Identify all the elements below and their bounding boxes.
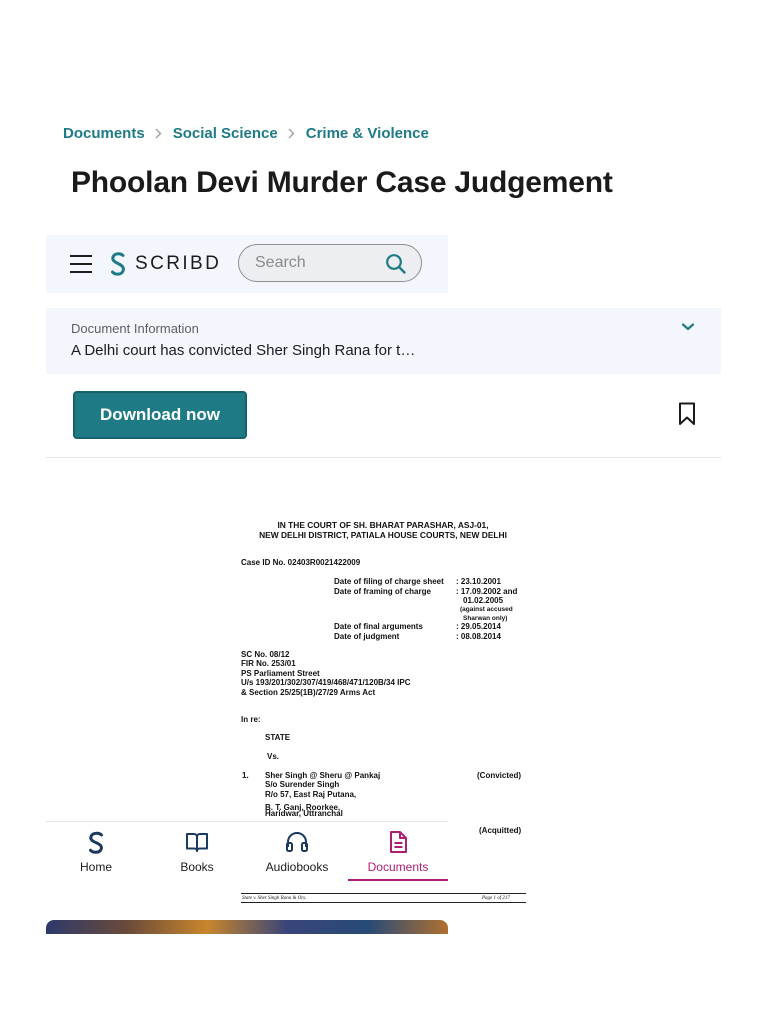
scribd-logo-icon <box>111 252 125 276</box>
document-icon <box>390 831 407 853</box>
document-information-label: Document Information <box>71 321 199 336</box>
status-acquitted: (Acquitted) <box>479 826 522 835</box>
scribd-logo[interactable]: SCRIBD <box>108 250 221 278</box>
footer-rule <box>241 893 526 894</box>
nav-home[interactable]: Home <box>46 822 146 882</box>
headphones-icon <box>286 831 308 852</box>
case-line: U/s 193/201/302/307/419/468/471/120B/34 … <box>241 678 411 687</box>
search-icon[interactable] <box>385 253 407 275</box>
search-input[interactable] <box>255 254 375 272</box>
date-value: : 17.09.2002 and <box>456 587 518 596</box>
court-heading-line-1: IN THE COURT OF SH. BHARAT PARASHAR, ASJ… <box>277 520 489 530</box>
case-line: PS Parliament Street <box>241 669 320 678</box>
page-title: Phoolan Devi Murder Case Judgement <box>71 166 613 199</box>
in-re: In re: <box>241 715 261 724</box>
date-label: Date of judgment <box>334 632 400 641</box>
nav-audiobooks[interactable]: Audiobooks <box>247 822 347 882</box>
footer-left: State v. Sher Singh Rana & Ors. <box>242 896 307 901</box>
site-header: SCRIBD <box>46 235 448 293</box>
nav-label: Home <box>79 860 112 874</box>
open-book-icon <box>186 833 208 852</box>
nav-label: Audiobooks <box>265 860 329 874</box>
accused-line: Sher Singh @ Sheru @ Pankaj <box>265 771 381 780</box>
accused-line: Haridwar, Uttranchal <box>265 809 343 818</box>
date-value: : 29.05.2014 <box>456 622 501 631</box>
footer-page-number: Page 1 of 217 <box>482 896 510 901</box>
date-label: Date of final arguments <box>334 622 423 631</box>
court-heading-line-2: NEW DELHI DISTRICT, PATIALA HOUSE COURTS… <box>259 530 507 540</box>
case-line: SC No. 08/12 <box>241 650 290 659</box>
scribd-logo-icon <box>89 831 103 854</box>
versus: Vs. <box>267 752 280 761</box>
active-tab-indicator <box>348 879 448 881</box>
search-box <box>238 244 422 282</box>
date-label: Date of filing of charge sheet <box>334 577 444 586</box>
date-value: : 08.08.2014 <box>456 632 501 641</box>
document-information-panel[interactable]: Document Information A Delhi court has c… <box>46 308 721 374</box>
breadcrumb: Documents Social Science Crime & Violenc… <box>63 122 429 144</box>
case-line: FIR No. 253/01 <box>241 659 296 668</box>
download-button[interactable]: Download now <box>73 391 247 439</box>
chevron-down-icon[interactable] <box>681 322 695 332</box>
bottom-nav: Home Books Audiobooks Documents <box>46 821 448 882</box>
document-description: A Delhi court has convicted Sher Singh R… <box>71 342 416 359</box>
divider <box>46 457 721 458</box>
party-state: STATE <box>265 733 291 742</box>
promo-banner[interactable] <box>46 920 448 934</box>
accused-line: S/o Surender Singh <box>265 780 340 789</box>
date-label: Date of framing of charge <box>334 587 431 596</box>
breadcrumb-link-social-science[interactable]: Social Science <box>173 125 278 142</box>
bookmark-icon[interactable] <box>678 402 696 426</box>
nav-books[interactable]: Books <box>147 822 247 882</box>
date-value: 01.02.2005 <box>463 596 504 605</box>
date-note: (against accused <box>460 606 513 613</box>
breadcrumb-link-documents[interactable]: Documents <box>63 125 145 142</box>
chevron-right-icon <box>149 128 169 139</box>
case-id: Case ID No. 02403R0021422009 <box>241 558 361 567</box>
accused-number: 1. <box>242 771 249 780</box>
nav-label: Documents <box>367 860 429 874</box>
nav-label: Books <box>180 860 214 874</box>
footer-rule <box>241 902 526 903</box>
date-note: Sharwan only) <box>463 615 508 622</box>
chevron-right-icon <box>282 128 302 139</box>
status-convicted: (Convicted) <box>477 771 521 780</box>
nav-documents[interactable]: Documents <box>348 822 448 882</box>
hamburger-menu-icon[interactable] <box>70 255 92 273</box>
breadcrumb-link-crime-violence[interactable]: Crime & Violence <box>306 125 429 142</box>
logo-wordmark: SCRIBD <box>135 253 222 274</box>
accused-line: R/o 57, East Raj Putana, <box>265 790 357 799</box>
date-value: : 23.10.2001 <box>456 577 501 586</box>
case-line: & Section 25/25(1B)/27/29 Arms Act <box>241 688 376 697</box>
